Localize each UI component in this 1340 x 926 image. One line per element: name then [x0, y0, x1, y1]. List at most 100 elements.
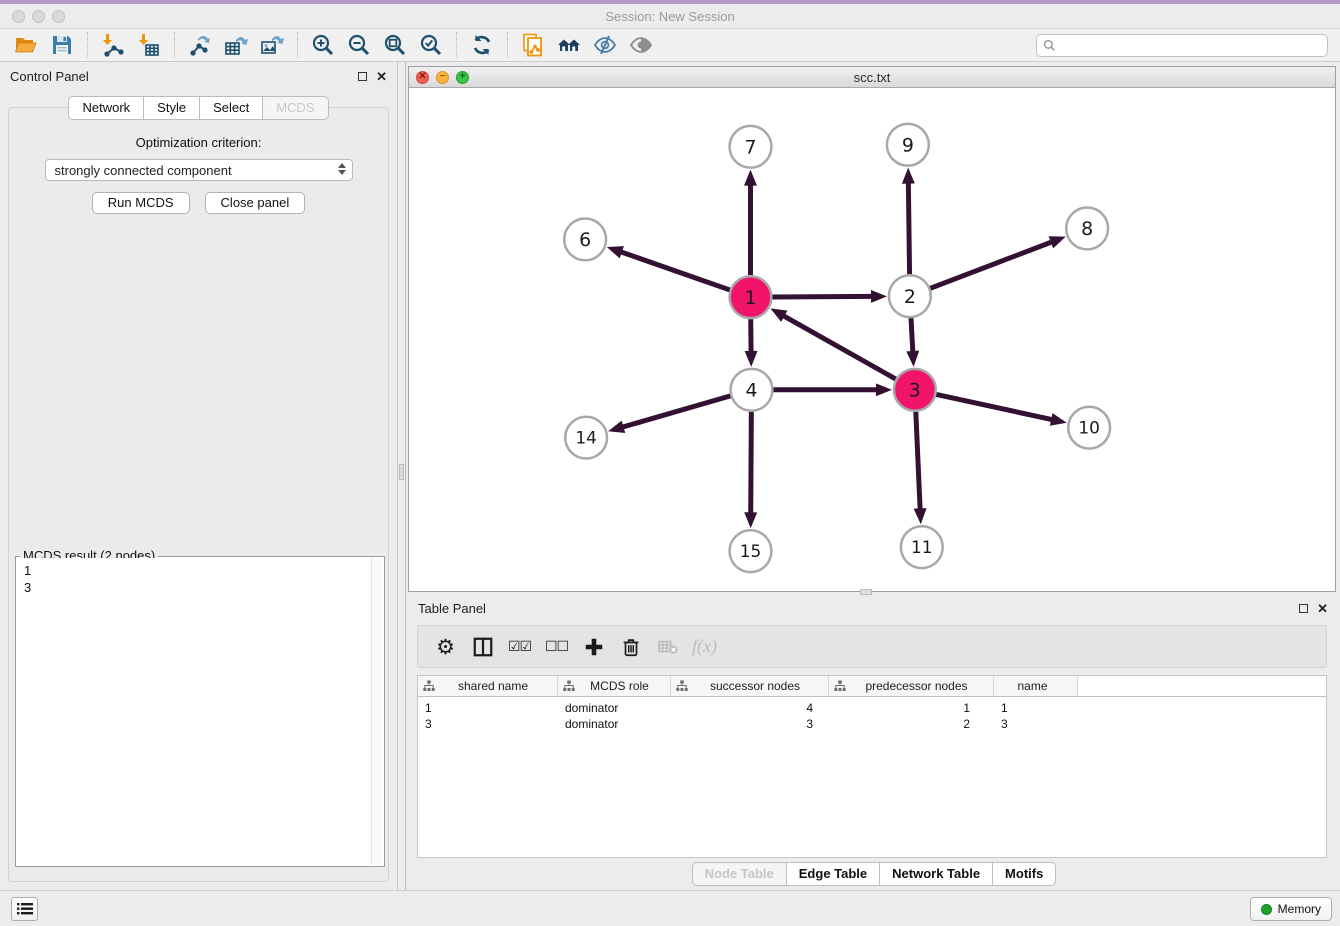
column-header-predecessor-nodes[interactable]: predecessor nodes — [829, 676, 994, 696]
function-builder-button[interactable]: f(x) — [686, 630, 723, 664]
graph-edge-3-11[interactable] — [916, 412, 920, 512]
graph-arrowhead — [876, 383, 892, 396]
graph-node-label: 10 — [1078, 418, 1100, 438]
network-window-titlebar[interactable]: ✕ − + scc.txt — [409, 67, 1335, 88]
control-panel-title: Control Panel — [10, 69, 89, 84]
hide-selected-button[interactable] — [587, 30, 623, 60]
float-panel-icon[interactable] — [358, 72, 367, 81]
open-session-button[interactable] — [8, 30, 44, 60]
graph-edge-3-1[interactable] — [782, 315, 896, 379]
mcds-result-line: 3 — [24, 579, 371, 596]
graph-arrowhead — [608, 421, 625, 433]
table-panel-tabs: Node Table Edge Table Network Table Moti… — [408, 862, 1340, 886]
graph-edge-2-9[interactable] — [908, 181, 909, 275]
list-icon — [17, 902, 33, 916]
clear-selection-button[interactable]: ☐☐ — [538, 630, 575, 664]
tab-select[interactable]: Select — [200, 96, 263, 120]
table-settings-button[interactable]: ⚙ — [427, 630, 464, 664]
tab-edge-table[interactable]: Edge Table — [787, 862, 880, 886]
close-panel-button[interactable]: Close panel — [205, 192, 306, 214]
import-table-button[interactable] — [131, 30, 167, 60]
optimization-criterion-select[interactable]: strongly connected component — [45, 159, 353, 181]
tab-network[interactable]: Network — [68, 96, 144, 120]
graph-edge-1-6[interactable] — [619, 251, 730, 290]
column-header-successor-nodes[interactable]: successor nodes — [671, 676, 829, 696]
graph-arrowhead — [1049, 236, 1066, 248]
node-table-header: shared name MCDS role successor nodes pr… — [418, 676, 1326, 697]
app-titlebar: Session: New Session — [0, 4, 1340, 29]
export-table-button[interactable] — [218, 30, 254, 60]
graph-arrowhead — [871, 290, 887, 303]
graph-node-label: 3 — [909, 379, 921, 401]
optimization-criterion-value: strongly connected component — [55, 163, 232, 178]
houses-icon — [557, 33, 581, 57]
memory-label: Memory — [1278, 902, 1321, 916]
graph-edge-3-10[interactable] — [936, 394, 1054, 420]
mcds-result-scrollbar[interactable] — [371, 558, 383, 865]
zoom-out-button[interactable] — [341, 30, 377, 60]
show-columns-button[interactable] — [464, 630, 501, 664]
graph-arrowhead — [914, 508, 927, 524]
tab-style[interactable]: Style — [144, 96, 200, 120]
select-all-button[interactable]: ☑☑ — [501, 630, 538, 664]
add-column-button[interactable] — [575, 630, 612, 664]
zoom-fit-button[interactable] — [377, 30, 413, 60]
control-panel: Control Panel ✕ Network Style Select MCD… — [0, 62, 397, 890]
vertical-splitter[interactable] — [397, 62, 406, 890]
run-mcds-button[interactable]: Run MCDS — [92, 192, 190, 214]
tab-node-table[interactable]: Node Table — [692, 862, 787, 886]
first-neighbors-button[interactable] — [551, 30, 587, 60]
zoom-selected-button[interactable] — [413, 30, 449, 60]
graph-edge-2-8[interactable] — [930, 241, 1053, 288]
graph-edge-4-15[interactable] — [751, 412, 752, 516]
tree-icon — [423, 680, 435, 692]
search-input[interactable] — [1056, 36, 1327, 54]
graph-node-label: 14 — [575, 428, 597, 448]
export-network-button[interactable] — [182, 30, 218, 60]
clear-selection-icon: ☐☐ — [545, 639, 568, 655]
table-row[interactable]: 3 dominator 3 2 3 — [418, 716, 1326, 732]
save-session-button[interactable] — [44, 30, 80, 60]
zoom-in-button[interactable] — [305, 30, 341, 60]
toolbar-separator — [87, 32, 88, 58]
search-box[interactable] — [1036, 34, 1328, 57]
table-row[interactable]: 1 dominator 4 1 1 — [418, 700, 1326, 716]
new-network-from-selection-button[interactable] — [515, 30, 551, 60]
graph-edge-1-2[interactable] — [772, 296, 874, 297]
network-graph[interactable]: 1234678910111415 — [409, 88, 1335, 591]
import-network-button[interactable] — [95, 30, 131, 60]
app-title: Session: New Session — [0, 9, 1340, 24]
task-history-button[interactable] — [11, 897, 38, 921]
show-all-button[interactable] — [623, 30, 659, 60]
column-header-mcds-role[interactable]: MCDS role — [558, 676, 671, 696]
mcds-result-text[interactable]: 1 3 — [17, 558, 371, 865]
tab-network-table[interactable]: Network Table — [880, 862, 993, 886]
network-canvas[interactable]: 1234678910111415 — [409, 88, 1335, 591]
tree-icon — [834, 680, 846, 692]
graph-edge-4-14[interactable] — [621, 396, 731, 428]
tab-mcds[interactable]: MCDS — [263, 96, 328, 120]
graph-node-label: 4 — [745, 379, 757, 401]
column-header-shared-name[interactable]: shared name — [418, 676, 558, 696]
close-panel-icon[interactable]: ✕ — [376, 72, 387, 81]
splitter-grip[interactable] — [399, 464, 404, 480]
search-icon — [1043, 39, 1056, 52]
plus-icon — [583, 636, 605, 658]
clone-network-icon — [521, 33, 545, 57]
delete-table-button[interactable] — [649, 630, 686, 664]
float-table-panel-icon[interactable] — [1299, 604, 1308, 613]
delete-column-button[interactable] — [612, 630, 649, 664]
graph-edge-2-3[interactable] — [911, 318, 913, 354]
export-image-button[interactable] — [254, 30, 290, 60]
graph-arrowhead — [744, 170, 757, 186]
tab-motifs[interactable]: Motifs — [993, 862, 1056, 886]
graph-node-label: 1 — [744, 287, 756, 309]
memory-button[interactable]: Memory — [1250, 897, 1332, 921]
control-panel-header: Control Panel ✕ — [0, 62, 397, 90]
gear-icon: ⚙ — [436, 635, 455, 659]
graph-node-label: 6 — [579, 229, 591, 251]
eye-icon — [629, 33, 653, 57]
apply-preferred-layout-button[interactable] — [464, 30, 500, 60]
close-table-panel-icon[interactable]: ✕ — [1317, 604, 1328, 613]
column-header-name[interactable]: name — [994, 676, 1078, 696]
